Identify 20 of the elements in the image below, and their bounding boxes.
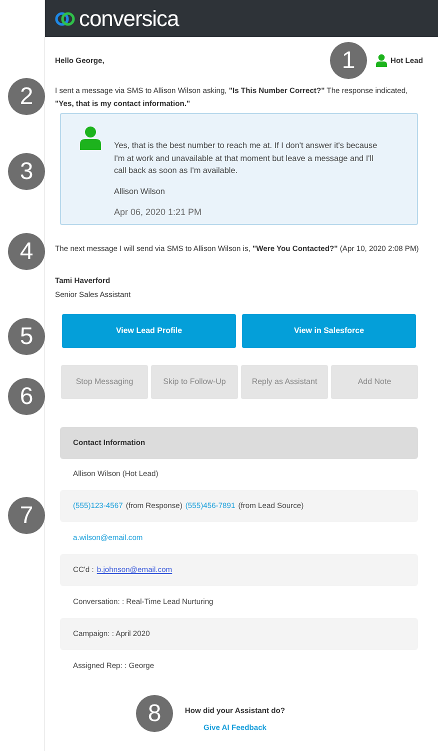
step-marker: 5 bbox=[8, 318, 45, 355]
step-marker: 6 bbox=[8, 378, 45, 415]
logo-icon bbox=[55, 10, 75, 26]
step-marker: 4 bbox=[8, 233, 45, 270]
action-button[interactable]: Stop Messaging bbox=[61, 364, 148, 399]
sender-name: Allison Wilson bbox=[114, 186, 166, 198]
step-marker: 8 bbox=[136, 695, 173, 732]
action-button[interactable]: Reply as Assistant bbox=[241, 364, 328, 399]
action-button[interactable]: Add Note bbox=[331, 364, 418, 399]
step-marker: 3 bbox=[8, 153, 45, 190]
step-marker: 7 bbox=[8, 497, 45, 534]
person-icon bbox=[79, 126, 102, 150]
step-marker: 2 bbox=[8, 78, 45, 115]
action-button[interactable]: View Lead Profile bbox=[62, 314, 236, 348]
action-button[interactable]: View in Salesforce bbox=[242, 314, 416, 348]
step-marker: 1 bbox=[330, 42, 367, 79]
action-button[interactable]: Skip to Follow-Up bbox=[151, 364, 238, 399]
response-message: Yes, that is the best number to reach me at. If I don't answer it's because I'm at work and unavailable at that moment but leave a message and I'll call back as soon as I'm available. bbox=[114, 140, 378, 177]
message-time: Apr 06, 2020 1:21 PM bbox=[114, 206, 203, 219]
logo-text: conversica bbox=[79, 8, 179, 30]
